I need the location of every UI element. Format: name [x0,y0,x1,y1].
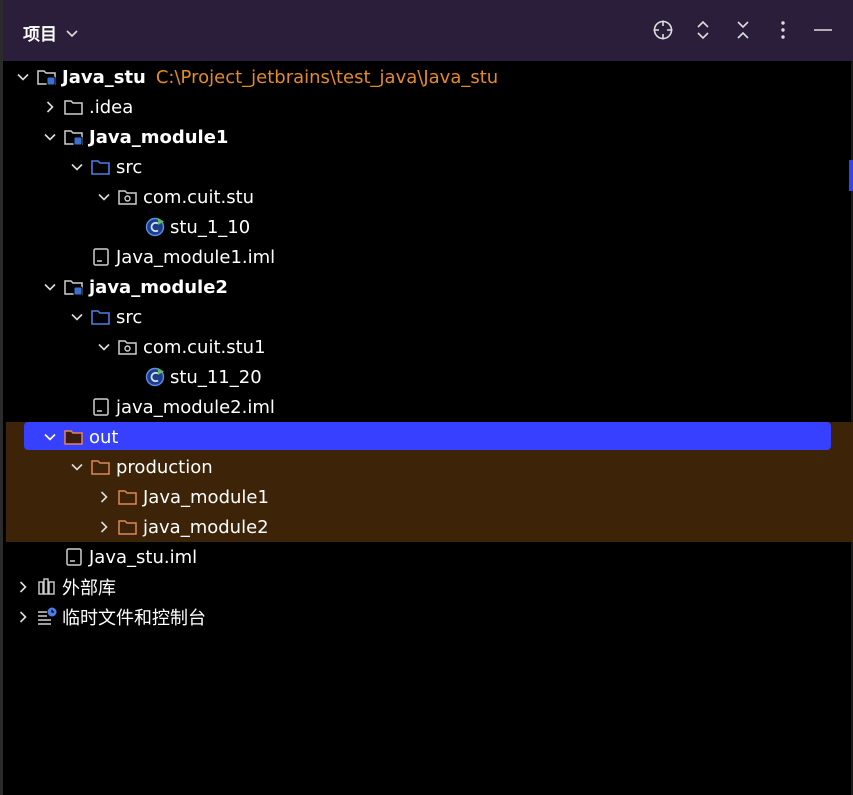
tree-node-project-root[interactable]: Java_stu C:\Project_jetbrains\test_java\… [12,62,498,92]
module-folder-icon [61,272,87,302]
node-label: Java_module1 [143,486,269,508]
node-label: com.cuit.stu1 [143,336,266,358]
chevron-right-icon[interactable] [39,92,61,122]
java-class-main-icon [142,212,168,242]
tree-node-root-iml[interactable]: Java_stu.iml [61,542,197,572]
chevron-right-icon[interactable] [12,602,34,632]
tree-node-external-libraries[interactable]: 外部库 [12,572,116,602]
collapse-all-icon [737,21,749,39]
chevron-down-icon [66,29,78,37]
node-label: stu_1_10 [170,216,251,238]
minimize-icon [814,29,832,31]
node-label: Java_module1 [89,126,229,148]
chevron-down-icon[interactable] [66,152,88,182]
hide-button[interactable] [812,16,834,44]
chevron-right-icon[interactable] [93,512,115,542]
tree-node-module1-iml[interactable]: Java_module1.iml [88,242,275,272]
node-label: java_module2 [89,276,228,298]
chevron-down-icon[interactable] [39,122,61,152]
chevron-down-icon[interactable] [39,422,61,452]
tree-node-scratches[interactable]: 临时文件和控制台 [12,602,206,632]
library-icon [34,572,60,602]
tree-node-module1-src[interactable]: src [66,152,142,182]
expand-all-icon [697,20,709,40]
chevron-down-icon[interactable] [66,302,88,332]
package-icon [115,332,141,362]
more-vertical-icon [781,21,785,39]
tree-node-module2-src[interactable]: src [66,302,142,332]
chevron-down-icon[interactable] [66,452,88,482]
source-folder-icon [88,152,114,182]
node-label: src [116,156,143,178]
excluded-folder-icon [88,452,114,482]
collapse-all-button[interactable] [732,16,754,44]
file-icon [88,242,114,272]
selection-highlight [24,422,831,450]
tree-node-production-module2[interactable]: java_module2 [93,512,269,542]
node-label: stu_11_20 [170,366,262,388]
select-opened-file-button[interactable] [652,16,674,44]
node-label: 外部库 [62,578,116,599]
project-view-selector[interactable]: 项目 [23,20,79,45]
chevron-down-icon[interactable] [12,62,34,92]
node-label: 临时文件和控制台 [62,608,206,629]
tool-window-title: 项目 [23,25,57,45]
node-label: src [116,306,143,328]
chevron-right-icon[interactable] [12,572,34,602]
project-name: Java_stu [62,66,146,88]
chevron-right-icon[interactable] [93,482,115,512]
node-label: production [116,456,213,478]
file-icon [88,392,114,422]
crosshair-icon [653,20,673,40]
tree-node-production-module1[interactable]: Java_module1 [93,482,269,512]
options-button[interactable] [772,16,794,44]
excluded-folder-icon [115,482,141,512]
node-label: Java_stu.iml [89,546,198,568]
node-label: java_module2 [143,516,269,538]
file-icon [61,542,87,572]
project-tool-window: 项目 Java_stu C:\Project_jetbrains\test_ja… [0,0,853,795]
tree-node-production[interactable]: production [66,452,213,482]
chevron-down-icon[interactable] [93,332,115,362]
excluded-folder-icon [61,422,87,452]
folder-icon [61,92,87,122]
tree-node-module2[interactable]: java_module2 [39,272,228,302]
expand-all-button[interactable] [692,16,714,44]
package-icon [115,182,141,212]
node-label: Java_module1.iml [116,246,276,268]
node-label: java_module2.iml [116,396,275,418]
chevron-down-icon[interactable] [93,182,115,212]
excluded-folder-icon [115,512,141,542]
tree-node-idea[interactable]: .idea [39,92,133,122]
chevron-down-icon[interactable] [39,272,61,302]
tree-node-module1-package[interactable]: com.cuit.stu [93,182,254,212]
tree-node-module2-package[interactable]: com.cuit.stu1 [93,332,266,362]
tree-node-out[interactable]: out [39,422,118,452]
java-class-main-icon [142,362,168,392]
editor-edge-accent [849,160,853,191]
node-label: out [89,426,119,448]
tree-node-module2-iml[interactable]: java_module2.iml [88,392,275,422]
source-folder-icon [88,302,114,332]
node-label: .idea [89,96,134,118]
scratches-icon [34,602,60,632]
header-toolbar [652,16,834,44]
tree-node-module1-class[interactable]: stu_1_10 [142,212,250,242]
project-path: C:\Project_jetbrains\test_java\Java_stu [155,66,499,88]
module-folder-icon [61,122,87,152]
node-label: com.cuit.stu [143,186,255,208]
module-folder-icon [34,62,60,92]
tree-node-module1[interactable]: Java_module1 [39,122,228,152]
tree-node-module2-class[interactable]: stu_11_20 [142,362,262,392]
tool-window-header: 项目 [3,0,853,61]
